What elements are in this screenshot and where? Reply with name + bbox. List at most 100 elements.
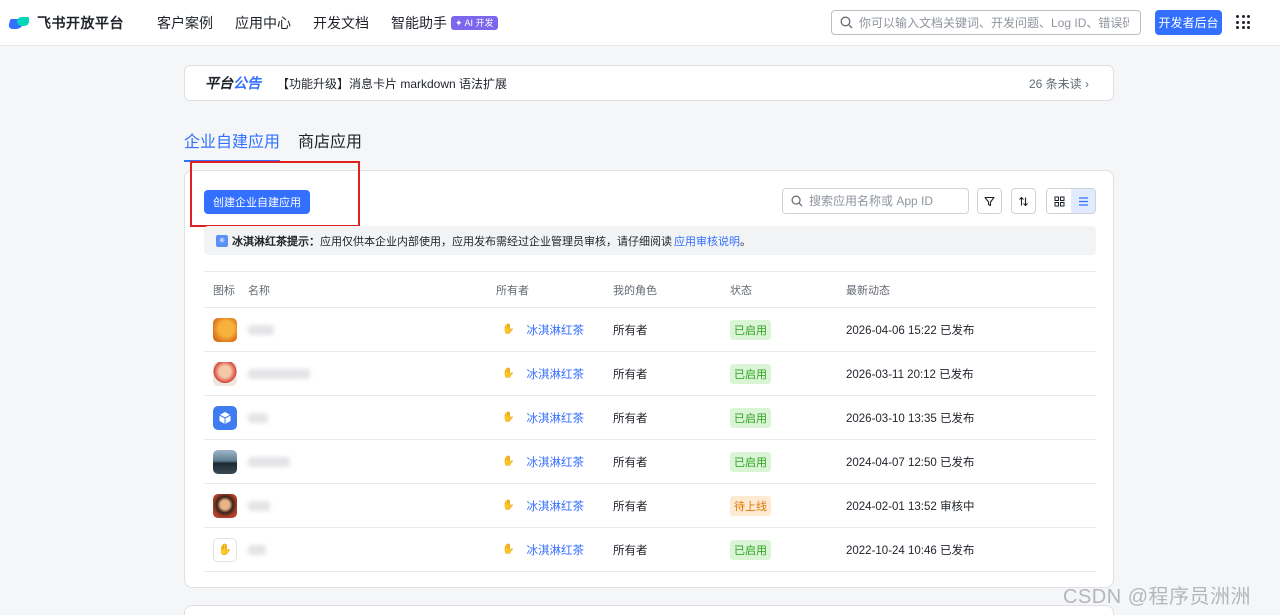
tip-icon: ✳ [216, 234, 228, 247]
column-header: 所有者 [496, 284, 529, 297]
app-name-redacted[interactable] [248, 500, 270, 511]
table-row[interactable]: ✋ 冰淇淋红茶 所有者 已启用 2026-03-11 20:12 已发布 [204, 352, 1096, 396]
table-row[interactable]: ✋ 冰淇淋红茶 所有者 已启用 2026-03-10 13:35 已发布 [204, 396, 1096, 440]
grid-view-button[interactable] [1047, 189, 1071, 213]
feishu-logo-icon [7, 15, 31, 31]
owner-avatar-icon: ✋ [502, 456, 515, 467]
owner-avatar-icon: ✋ [502, 544, 515, 555]
nav-item-label: 开发文档 [313, 14, 369, 31]
column-header: 最新动态 [846, 284, 890, 297]
owner-avatar-icon: ✋ [502, 412, 515, 423]
announcement-text[interactable]: 【功能升级】消息卡片 markdown 语法扩展 [277, 75, 507, 92]
list-view-button[interactable] [1071, 189, 1095, 213]
watermark: CSDN @程序员洲洲 [1063, 586, 1252, 608]
app-type-tabs: 企业自建应用 商店应用 [184, 128, 380, 162]
sort-icon [1019, 196, 1028, 206]
tip-suffix: 。 [740, 235, 751, 248]
avatar-person-icon [213, 361, 237, 386]
updated-cell: 2026-03-11 20:12 已发布 [846, 368, 974, 381]
announcement-title: 平台公告 [205, 75, 261, 91]
owner-link[interactable]: 冰淇淋红茶 [526, 410, 584, 426]
review-guide-link[interactable]: 应用审核说明 [674, 233, 740, 249]
owner-link[interactable]: 冰淇淋红茶 [526, 322, 584, 338]
column-header: 状态 [730, 284, 752, 297]
updated-cell: 2024-04-07 12:50 已发布 [846, 456, 975, 469]
orange-bird-icon [213, 317, 237, 342]
top-nav-bar: 飞书开放平台 客户案例 应用中心 开发文档 智能助手 ✦ AI 开发 开发者后台 [0, 0, 1280, 46]
developer-console-button[interactable]: 开发者后台 [1155, 10, 1222, 35]
role-cell: 所有者 [613, 500, 648, 513]
app-search[interactable] [782, 188, 969, 214]
grid-view-icon [1054, 196, 1064, 206]
app-name-redacted[interactable] [248, 544, 266, 555]
owner-avatar-icon: ✋ [502, 500, 515, 511]
app-name-redacted[interactable] [248, 456, 290, 467]
global-search-input[interactable] [859, 15, 1129, 30]
app-list-card: 创建企业自建应用 ✳ 冰淇淋红茶提示： 应用仅供本企业内部使用，应用发布需经过企… [184, 161, 1114, 588]
role-cell: 所有者 [613, 324, 648, 337]
column-header: 图标 [213, 284, 235, 297]
table-row[interactable]: ✋ 冰淇淋红茶 所有者 已启用 2026-04-06 15:22 已发布 [204, 308, 1096, 352]
unread-count-link[interactable]: 26 条未读 › [1029, 75, 1089, 92]
red-highlight-box [190, 161, 360, 227]
status-badge: 待上线 [730, 495, 771, 516]
filter-icon [984, 196, 995, 206]
nav-item-label: 智能助手 [391, 14, 447, 31]
cartoon-face-icon [213, 493, 237, 518]
table-row[interactable]: ✋ 冰淇淋红茶 所有者 待上线 2024-02-01 13:52 审核中 [204, 484, 1096, 528]
app-name-redacted[interactable] [248, 412, 268, 423]
apps-grid-icon[interactable] [1236, 15, 1250, 29]
status-badge: 已启用 [730, 363, 771, 384]
updated-cell: 2026-03-10 13:35 已发布 [846, 412, 975, 425]
platform-announcement: 平台公告 【功能升级】消息卡片 markdown 语法扩展 26 条未读 › [184, 65, 1114, 101]
table-row[interactable]: ✋ ✋ 冰淇淋红茶 所有者 已启用 2022-10-24 10:46 已发布 [204, 528, 1096, 572]
updated-cell: 2022-10-24 10:46 已发布 [846, 544, 975, 557]
landscape-photo-icon [213, 449, 237, 474]
next-section-card [184, 605, 1114, 615]
logo[interactable]: 飞书开放平台 [7, 13, 124, 33]
filter-button[interactable] [977, 188, 1002, 214]
owner-link[interactable]: 冰淇淋红茶 [526, 498, 584, 514]
app-search-input[interactable] [809, 194, 959, 208]
tip-text: 应用仅供本企业内部使用，应用发布需经过企业管理员审核，请仔细阅读 [320, 235, 672, 248]
updated-cell: 2024-02-01 13:52 审核中 [846, 500, 975, 513]
nav-item-docs[interactable]: 开发文档 [313, 13, 369, 33]
nav-item-label: 应用中心 [235, 14, 291, 31]
owner-avatar-icon: ✋ [502, 324, 515, 335]
role-cell: 所有者 [613, 456, 648, 469]
status-badge: 已启用 [730, 407, 771, 428]
search-icon [840, 16, 853, 29]
nav-item-cases[interactable]: 客户案例 [157, 13, 213, 33]
app-name-redacted[interactable] [248, 368, 310, 379]
tab-enterprise-apps[interactable]: 企业自建应用 [184, 128, 281, 162]
nav-item-assistant[interactable]: 智能助手 ✦ AI 开发 [391, 13, 498, 33]
sort-button[interactable] [1011, 188, 1036, 214]
role-cell: 所有者 [613, 368, 648, 381]
nav-item-app-center[interactable]: 应用中心 [235, 13, 291, 33]
column-header: 我的角色 [613, 284, 657, 297]
table-row[interactable]: ✋ 冰淇淋红茶 所有者 已启用 2024-04-07 12:50 已发布 [204, 440, 1096, 484]
column-header: 名称 [248, 284, 270, 297]
status-badge: 已启用 [730, 539, 771, 560]
status-badge: 已启用 [730, 451, 771, 472]
owner-link[interactable]: 冰淇淋红茶 [526, 542, 584, 558]
list-view-icon [1078, 196, 1088, 206]
table-header: 图标 名称 所有者 我的角色 状态 最新动态 [204, 271, 1096, 308]
main-nav: 客户案例 应用中心 开发文档 智能助手 ✦ AI 开发 [157, 13, 520, 33]
role-cell: 所有者 [613, 544, 648, 557]
tab-store-apps[interactable]: 商店应用 [298, 128, 362, 162]
view-toggle [1046, 188, 1096, 214]
owner-link[interactable]: 冰淇淋红茶 [526, 366, 584, 382]
updated-cell: 2026-04-06 15:22 已发布 [846, 324, 975, 337]
global-search[interactable] [831, 10, 1141, 35]
logo-text: 飞书开放平台 [37, 14, 124, 31]
owner-link[interactable]: 冰淇淋红茶 [526, 454, 584, 470]
search-icon [791, 195, 803, 207]
owner-avatar-icon: ✋ [502, 368, 515, 379]
review-tip-banner: ✳ 冰淇淋红茶提示： 应用仅供本企业内部使用，应用发布需经过企业管理员审核，请仔… [204, 226, 1096, 255]
tip-prefix: 冰淇淋红茶提示： [232, 235, 320, 248]
status-badge: 已启用 [730, 319, 771, 340]
app-table: 图标 名称 所有者 我的角色 状态 最新动态 ✋ 冰淇淋红茶 所有者 已启用 20… [204, 271, 1096, 572]
yellow-hand-icon: ✋ [213, 537, 237, 562]
app-name-redacted[interactable] [248, 324, 274, 335]
